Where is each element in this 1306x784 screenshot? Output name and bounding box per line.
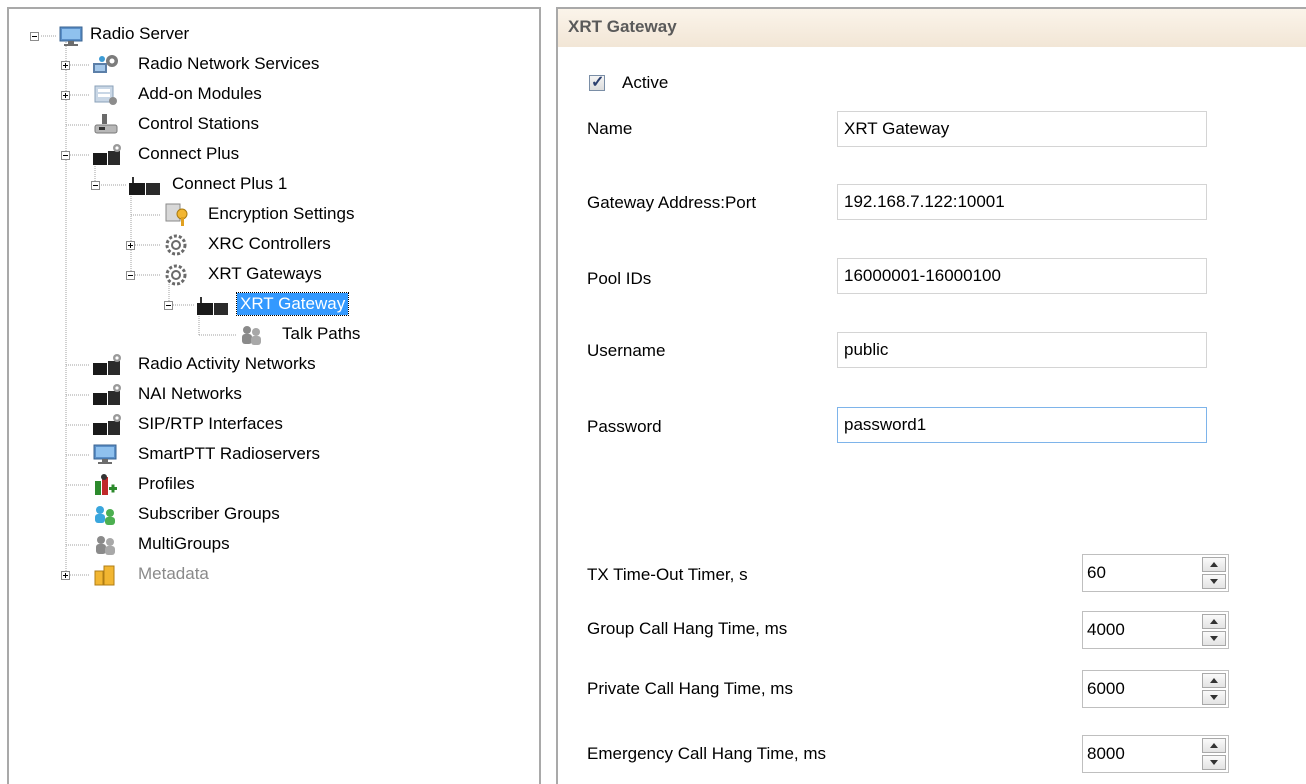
network-services-icon [93, 55, 118, 73]
repeater-icon [93, 384, 121, 405]
spin-buttons[interactable] [1202, 738, 1226, 770]
group-call-hang-stepper[interactable]: 4000 [1082, 611, 1229, 649]
repeater-icon [129, 177, 160, 195]
emergency-call-hang-label: Emergency Call Hang Time, ms [587, 744, 827, 763]
gateway-address-label: Gateway Address:Port [587, 193, 757, 212]
tree-item-profiles[interactable]: Profiles [138, 473, 195, 495]
expand-toggle[interactable] [61, 91, 70, 100]
private-call-hang-value[interactable]: 6000 [1087, 679, 1125, 699]
name-field[interactable]: XRT Gateway [837, 111, 1207, 147]
spin-buttons[interactable] [1202, 557, 1226, 589]
encryption-key-icon [165, 203, 188, 226]
tree-item-nai-networks[interactable]: NAI Networks [138, 383, 242, 405]
expand-toggle[interactable] [61, 571, 70, 580]
repeater-icon [93, 354, 121, 375]
arrow-down-icon [1210, 695, 1218, 700]
tree-item-xrc-controllers[interactable]: XRC Controllers [208, 233, 331, 255]
control-station-icon [94, 114, 118, 134]
collapse-toggle[interactable] [91, 181, 100, 190]
tree-item-connect-plus[interactable]: Connect Plus [138, 143, 239, 165]
emergency-call-hang-value[interactable]: 8000 [1087, 744, 1125, 764]
tree-item-radio-server[interactable]: Radio Server [90, 23, 189, 45]
tree-item-control-stations[interactable]: Control Stations [138, 113, 259, 135]
tree-item-addon-modules[interactable]: Add-on Modules [138, 83, 262, 105]
spin-up-button[interactable] [1202, 557, 1226, 572]
database-icon [94, 565, 115, 586]
group-call-hang-value[interactable]: 4000 [1087, 620, 1125, 640]
repeater-icon [197, 297, 228, 315]
gateway-properties-panel: XRT Gateway ✓ Active Name XRT Gateway Ga… [556, 7, 1306, 784]
tx-timeout-value[interactable]: 60 [1087, 563, 1106, 583]
spin-buttons[interactable] [1202, 614, 1226, 646]
tree-item-xrt-gateways[interactable]: XRT Gateways [208, 263, 322, 285]
expand-toggle[interactable] [126, 241, 135, 250]
tx-timeout-stepper[interactable]: 60 [1082, 554, 1229, 592]
talk-paths-icon [242, 326, 261, 345]
spin-up-button[interactable] [1202, 738, 1226, 753]
spin-up-button[interactable] [1202, 673, 1226, 688]
tree-item-subscriber-groups[interactable]: Subscriber Groups [138, 503, 280, 525]
tree-item-connect-plus-1[interactable]: Connect Plus 1 [172, 173, 287, 195]
private-call-hang-label: Private Call Hang Time, ms [587, 679, 793, 698]
spin-down-button[interactable] [1202, 755, 1226, 770]
tree-item-smartptt-radioservers[interactable]: SmartPTT Radioservers [138, 443, 320, 465]
tree-item-xrt-gateway[interactable]: XRT Gateway [235, 292, 350, 316]
repeater-icon [93, 144, 121, 165]
collapse-toggle[interactable] [30, 32, 39, 41]
password-label: Password [587, 417, 662, 436]
gateway-address-field[interactable]: 192.168.7.122:10001 [837, 184, 1207, 220]
gear-icon [165, 264, 187, 286]
password-field[interactable]: password1 [837, 407, 1207, 443]
collapse-toggle[interactable] [61, 151, 70, 160]
spin-up-button[interactable] [1202, 614, 1226, 629]
username-label: Username [587, 341, 666, 360]
tree-item-talk-paths[interactable]: Talk Paths [282, 323, 360, 345]
emergency-call-hang-stepper[interactable]: 8000 [1082, 735, 1229, 773]
addon-modules-icon [94, 85, 117, 105]
arrow-down-icon [1210, 760, 1218, 765]
arrow-down-icon [1210, 636, 1218, 641]
arrow-up-icon [1210, 743, 1218, 748]
tx-timeout-label: TX Time-Out Timer, s [587, 565, 748, 584]
subscriber-groups-icon [95, 506, 115, 525]
tree-item-encryption-settings[interactable]: Encryption Settings [208, 203, 354, 225]
expand-toggle[interactable] [61, 61, 70, 70]
tree-item-multigroups[interactable]: MultiGroups [138, 533, 230, 555]
panel-header: XRT Gateway [558, 9, 1306, 47]
gear-icon [165, 234, 187, 256]
profiles-icon [95, 474, 117, 495]
pool-ids-field[interactable]: 16000001-16000100 [837, 258, 1207, 294]
collapse-toggle[interactable] [126, 271, 135, 280]
multigroups-icon [96, 536, 115, 555]
spin-down-button[interactable] [1202, 690, 1226, 705]
username-field[interactable]: public [837, 332, 1207, 368]
pool-ids-label: Pool IDs [587, 269, 652, 288]
group-call-hang-label: Group Call Hang Time, ms [587, 619, 788, 638]
name-label: Name [587, 119, 633, 138]
active-label: Active [622, 73, 669, 92]
arrow-up-icon [1210, 678, 1218, 683]
panel-title: XRT Gateway [568, 17, 677, 36]
arrow-down-icon [1210, 579, 1218, 584]
repeater-icon [93, 414, 121, 435]
collapse-toggle[interactable] [164, 301, 173, 310]
spin-down-button[interactable] [1202, 631, 1226, 646]
tree-item-radio-network-services[interactable]: Radio Network Services [138, 53, 319, 75]
server-monitor-icon [93, 444, 117, 464]
server-monitor-icon [59, 26, 83, 46]
navigation-tree: Radio Server Radio Network Services Add-… [7, 7, 541, 784]
private-call-hang-stepper[interactable]: 6000 [1082, 670, 1229, 708]
tree-item-metadata[interactable]: Metadata [138, 563, 209, 585]
arrow-up-icon [1210, 619, 1218, 624]
active-checkbox[interactable]: ✓ [589, 74, 605, 91]
tree-item-sip-rtp-interfaces[interactable]: SIP/RTP Interfaces [138, 413, 283, 435]
spin-buttons[interactable] [1202, 673, 1226, 705]
arrow-up-icon [1210, 562, 1218, 567]
spin-down-button[interactable] [1202, 574, 1226, 589]
tree-item-radio-activity-networks[interactable]: Radio Activity Networks [138, 353, 316, 375]
